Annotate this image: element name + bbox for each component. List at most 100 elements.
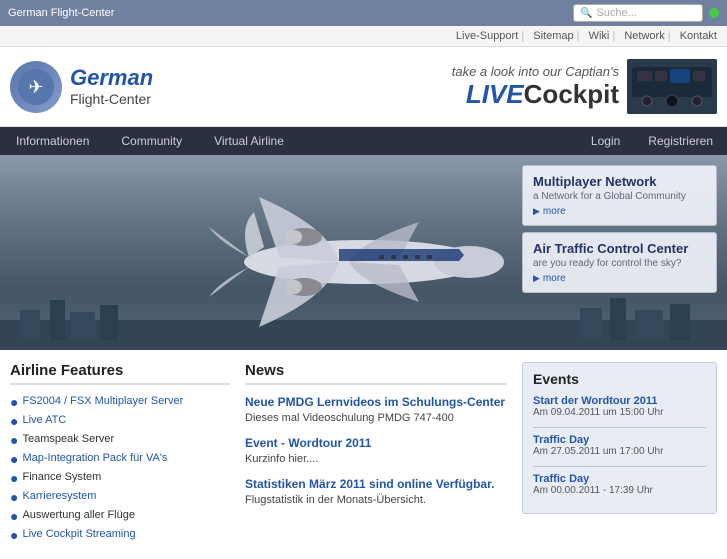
- news-desc-3: Flugstatistik in der Monats-Übersicht.: [245, 494, 507, 506]
- toplinks: Live-Support | Sitemap | Wiki | Network …: [0, 26, 727, 47]
- header-right: take a look into our Captian's LIVECockp…: [452, 59, 717, 114]
- event-date-2: Am 27.05.2011 um 17:00 Uhr: [533, 446, 706, 457]
- feature-link-4[interactable]: Map-Integration Pack für VA's: [22, 452, 167, 464]
- hero-cards: Multiplayer Network a Network for a Glob…: [522, 165, 717, 293]
- livecockpit-banner: take a look into our Captian's LIVECockp…: [452, 59, 717, 114]
- toplink-kontakt[interactable]: Kontakt: [680, 30, 717, 42]
- hero: Multiplayer Network a Network for a Glob…: [0, 155, 727, 350]
- cockpit-thumbnail: [627, 59, 717, 114]
- feature-link-1[interactable]: FS2004 / FSX Multiplayer Server: [22, 395, 183, 407]
- more-arrow-icon-2: ▶: [533, 273, 540, 284]
- event-item-1: Start der Wordtour 2011 Am 09.04.2011 um…: [533, 395, 706, 418]
- list-item: ● Finance System: [10, 471, 230, 485]
- bullet-icon: ●: [10, 395, 18, 409]
- livecockpit-text: take a look into our Captian's LIVECockp…: [452, 64, 619, 110]
- logo-german: German: [70, 65, 153, 91]
- bullet-icon: ●: [10, 414, 18, 428]
- bullet-icon: ●: [10, 471, 18, 485]
- hero-card-atc: Air Traffic Control Center are you ready…: [522, 232, 717, 293]
- news-item-2: Event - Wordtour 2011 Kurzinfo hier....: [245, 436, 507, 465]
- plane-image: [139, 167, 589, 347]
- titlebar: German Flight-Center 🔍 Suche...: [0, 0, 727, 26]
- col-left: Airline Features ● FS2004 / FSX Multiplay…: [10, 362, 230, 547]
- feature-list: ● FS2004 / FSX Multiplayer Server ● Live A…: [10, 395, 230, 542]
- list-item: ● Auswertung aller Flüge: [10, 509, 230, 523]
- feature-text-7: Auswertung aller Flüge: [22, 509, 135, 521]
- nav-item-virtual-airline[interactable]: Virtual Airline: [198, 127, 300, 155]
- svg-text:✈: ✈: [28, 77, 43, 97]
- bullet-icon: ●: [10, 452, 18, 466]
- news-title-1[interactable]: Neue PMDG Lernvideos im Schulungs-Center: [245, 395, 507, 409]
- live-word: LIVE: [466, 79, 524, 109]
- news-desc-2: Kurzinfo hier....: [245, 453, 507, 465]
- separator-2: [533, 466, 706, 467]
- nav-item-registrieren[interactable]: Registrieren: [634, 134, 727, 148]
- feature-link-8[interactable]: Live Cockpit Streaming: [22, 528, 135, 540]
- list-item: ● Teamspeak Server: [10, 433, 230, 447]
- hero-card-atc-title: Air Traffic Control Center: [533, 241, 706, 256]
- nav-item-login[interactable]: Login: [577, 134, 634, 148]
- list-item: ● Karrieresystem: [10, 490, 230, 504]
- col-mid: News Neue PMDG Lernvideos im Schulungs-C…: [230, 362, 522, 547]
- list-item: ● Map-Integration Pack für VA's: [10, 452, 230, 466]
- bullet-icon: ●: [10, 509, 18, 523]
- nav-item-community[interactable]: Community: [105, 127, 198, 155]
- toplink-livesupport[interactable]: Live-Support: [456, 30, 518, 42]
- hero-card-multiplayer-title: Multiplayer Network: [533, 174, 706, 189]
- news-title-3[interactable]: Statistiken März 2011 sind online Verfüg…: [245, 477, 507, 491]
- bullet-icon: ●: [10, 433, 18, 447]
- events-section-title: Events: [533, 371, 706, 387]
- logo-icon: ✈: [10, 61, 62, 113]
- hero-card-multiplayer: Multiplayer Network a Network for a Glob…: [522, 165, 717, 226]
- mainnav: Informationen Community Virtual Airline …: [0, 127, 727, 155]
- event-item-3: Traffic Day Am 00.00.2011 - 17:39 Uhr: [533, 473, 706, 496]
- event-name-1[interactable]: Start der Wordtour 2011: [533, 395, 706, 407]
- titlebar-title: German Flight-Center: [8, 7, 114, 19]
- bullet-icon: ●: [10, 528, 18, 542]
- search-icon: 🔍: [580, 8, 592, 19]
- event-date-3: Am 00.00.2011 - 17:39 Uhr: [533, 485, 706, 496]
- col-right: Events Start der Wordtour 2011 Am 09.04.…: [522, 362, 717, 547]
- search-box[interactable]: 🔍 Suche...: [573, 4, 703, 22]
- logo-text: German Flight-Center: [70, 65, 153, 108]
- content: Airline Features ● FS2004 / FSX Multiplay…: [0, 350, 727, 559]
- news-desc-1: Dieses mal Videoschulung PMDG 747-400: [245, 412, 507, 424]
- list-item: ● Live ATC: [10, 414, 230, 428]
- event-name-3[interactable]: Traffic Day: [533, 473, 706, 485]
- news-item-3: Statistiken März 2011 sind online Verfüg…: [245, 477, 507, 506]
- hero-card-multiplayer-more[interactable]: ▶ more: [533, 206, 706, 217]
- event-date-1: Am 09.04.2011 um 15:00 Uhr: [533, 407, 706, 418]
- feature-link-6[interactable]: Karrieresystem: [22, 490, 96, 502]
- titlebar-right: 🔍 Suche...: [573, 4, 719, 22]
- logo-area: ✈ German Flight-Center: [10, 61, 153, 113]
- more-arrow-icon: ▶: [533, 206, 540, 217]
- hero-card-multiplayer-desc: a Network for a Global Community: [533, 191, 706, 202]
- feature-text-3: Teamspeak Server: [22, 433, 114, 445]
- event-name-2[interactable]: Traffic Day: [533, 434, 706, 446]
- news-item-1: Neue PMDG Lernvideos im Schulungs-Center…: [245, 395, 507, 424]
- tagline: take a look into our Captian's: [452, 64, 619, 79]
- news-title: News: [245, 362, 507, 385]
- status-dot: [709, 8, 719, 18]
- logo-flight-center: Flight-Center: [70, 91, 153, 108]
- cockpit-word: Cockpit: [524, 79, 619, 109]
- hero-card-atc-desc: are you ready for control the sky?: [533, 258, 706, 269]
- toplink-network[interactable]: Network: [624, 30, 664, 42]
- bullet-icon: ●: [10, 490, 18, 504]
- feature-text-5: Finance System: [22, 471, 101, 483]
- separator: [533, 427, 706, 428]
- hero-card-atc-more[interactable]: ▶ more: [533, 273, 706, 284]
- toplink-wiki[interactable]: Wiki: [589, 30, 610, 42]
- livecockpit-words: LIVECockpit: [452, 79, 619, 110]
- nav-item-informationen[interactable]: Informationen: [0, 127, 105, 155]
- list-item: ● FS2004 / FSX Multiplayer Server: [10, 395, 230, 409]
- search-placeholder: Suche...: [596, 7, 636, 19]
- events-box: Events Start der Wordtour 2011 Am 09.04.…: [522, 362, 717, 514]
- list-item: ● Live Cockpit Streaming: [10, 528, 230, 542]
- event-item-2: Traffic Day Am 27.05.2011 um 17:00 Uhr: [533, 434, 706, 457]
- airline-features-title: Airline Features: [10, 362, 230, 385]
- feature-link-2[interactable]: Live ATC: [22, 414, 66, 426]
- news-title-2[interactable]: Event - Wordtour 2011: [245, 436, 507, 450]
- toplink-sitemap[interactable]: Sitemap: [533, 30, 573, 42]
- header: ✈ German Flight-Center take a look into …: [0, 47, 727, 127]
